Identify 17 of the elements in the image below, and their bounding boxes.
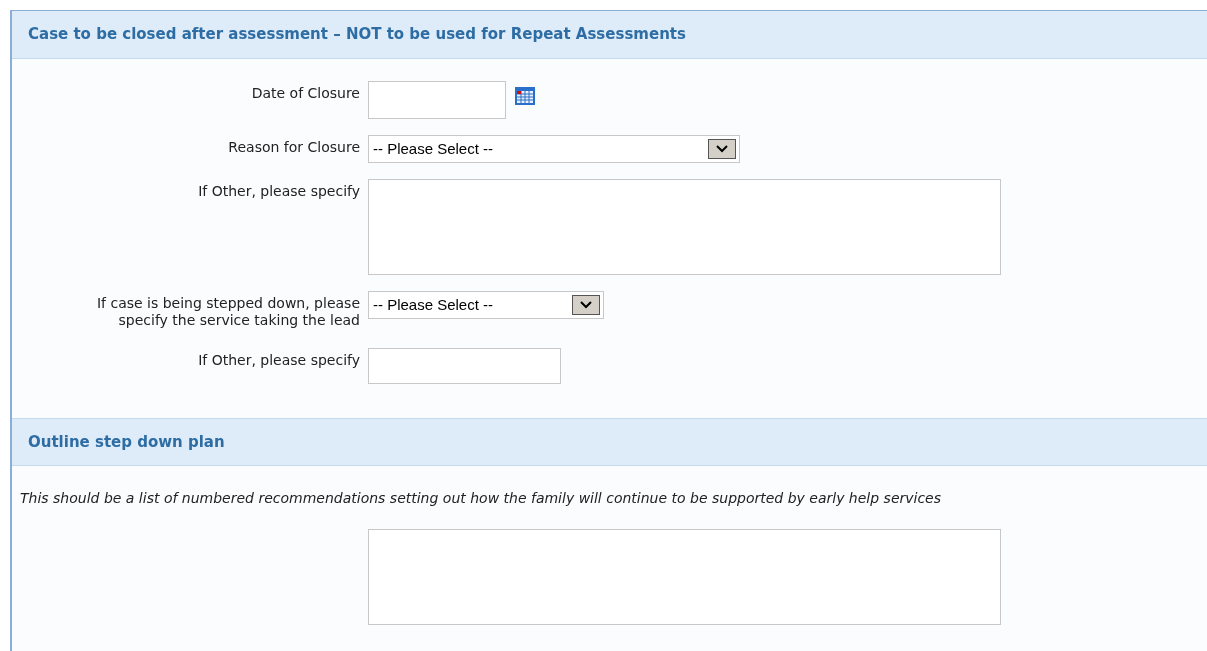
section-title: Case to be closed after assessment – NOT to be used for Repeat Assessments: [28, 24, 686, 46]
section-title: Outline step down plan: [28, 431, 225, 453]
chevron-down-icon: [572, 295, 600, 315]
instruction-text: This should be a list of numbered recommendations setting out how the family will continue to be supported by early help services: [19, 489, 943, 508]
text-area[interactable]: [368, 179, 1001, 275]
select-field[interactable]: -- Please Select --: [368, 291, 604, 319]
calendar-icon[interactable]: [514, 85, 536, 107]
select-field[interactable]: -- Please Select --: [368, 135, 740, 163]
field-label: Reason for Closure: [228, 139, 360, 156]
field-label: If case is being stepped down, please specify the service taking the lead: [95, 295, 360, 329]
date-field[interactable]: [368, 81, 506, 119]
text-area[interactable]: [368, 529, 1001, 625]
chevron-down-icon: [708, 139, 736, 159]
field-label: If Other, please specify: [198, 352, 360, 369]
field-label: If Other, please specify: [198, 183, 360, 200]
field-label: Date of Closure: [251, 85, 360, 102]
text-field[interactable]: [368, 348, 561, 384]
